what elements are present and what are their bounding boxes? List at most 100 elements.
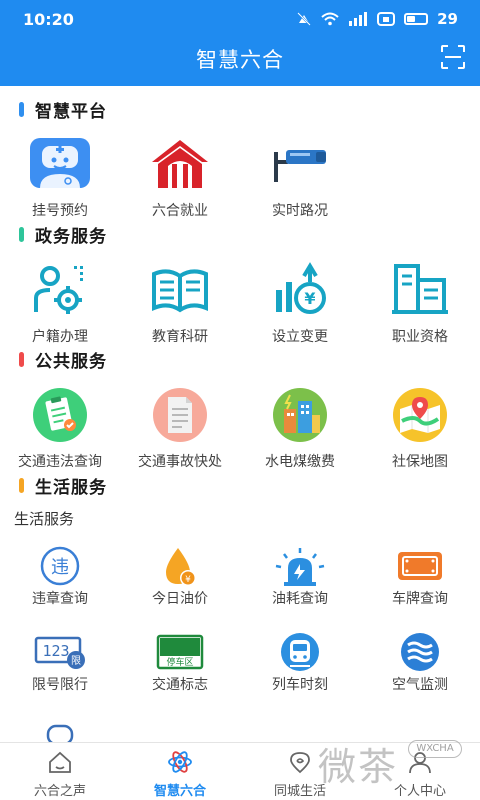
nav-label: 同城生活 — [273, 784, 326, 799]
nav-tab-profile[interactable]: 个人中心 — [360, 743, 480, 800]
traffic-camera-icon — [268, 136, 332, 200]
nav-label: 智慧六合 — [153, 784, 206, 799]
grid-label: 交通标志 — [152, 677, 208, 693]
person-icon — [409, 752, 431, 774]
page-title: 智慧六合 — [196, 48, 284, 72]
grid-label: 户籍办理 — [32, 329, 88, 345]
wind-icon — [388, 632, 452, 674]
grid-item-train-schedule[interactable]: 列车时刻 — [240, 632, 360, 694]
oil-drop-icon: ¥ — [148, 546, 212, 588]
nav-tab-voice[interactable]: 六合之声 — [0, 743, 120, 800]
violation-glyph: 违 — [51, 557, 69, 578]
grid-item-fuel-consumption[interactable]: 油耗查询 — [240, 546, 360, 608]
grid-label: 六合就业 — [152, 203, 208, 219]
grid-item-utility-payment[interactable]: 水电煤缴费 — [240, 387, 360, 471]
grid-item-violation-query[interactable]: 交通违法查询 — [0, 387, 120, 471]
grid-label: 列车时刻 — [272, 677, 328, 693]
train-icon — [268, 632, 332, 674]
yuan-glyph: ¥ — [185, 575, 191, 585]
section-marker — [19, 351, 24, 367]
partial-icon — [28, 722, 92, 742]
parking-sign-icon: 停车区 — [148, 632, 212, 674]
section-marker — [19, 101, 24, 117]
license-plate-icon — [388, 546, 452, 588]
siren-icon — [268, 546, 332, 588]
grid-label: 违章查询 — [32, 591, 88, 607]
section-title-government: 政务服务 — [35, 226, 107, 247]
nav-tab-smart[interactable]: 智慧六合 — [120, 743, 240, 800]
nav-tab-local-life[interactable]: 同城生活 — [240, 743, 360, 800]
plate-number: 123 — [42, 642, 69, 660]
grid-label: 职业资格 — [392, 329, 448, 345]
section-marker — [19, 226, 24, 242]
grid-item-social-security-map[interactable]: 社保地图 — [360, 387, 480, 471]
section-header-life: 生活服务 — [19, 473, 107, 498]
grid-label: 交通违法查询 — [18, 454, 102, 470]
status-bar: 10:20 29 — [0, 0, 480, 38]
grid-item-restriction[interactable]: 123 限 限号限行 — [0, 632, 120, 694]
grid-item-education[interactable]: 教育科研 — [120, 262, 240, 346]
yuan-growth-icon: ¥ — [268, 262, 332, 326]
hd-icon — [377, 12, 396, 26]
nav-label: 六合之声 — [33, 784, 86, 799]
parking-text: 停车区 — [166, 656, 193, 668]
violation-icon: 违 — [28, 546, 92, 588]
grid-item-plate-query[interactable]: 车牌查询 — [360, 546, 480, 608]
grid-label: 车牌查询 — [392, 591, 448, 607]
grid-label: 设立变更 — [272, 329, 328, 345]
wifi-icon — [321, 12, 339, 26]
grid-item-violation[interactable]: 违 违章查询 — [0, 546, 120, 608]
city-power-icon — [268, 387, 332, 451]
section-header-government: 政务服务 — [19, 222, 107, 247]
section-title-life: 生活服务 — [35, 477, 107, 498]
grid-label: 今日油价 — [152, 591, 208, 607]
grid-item-partial[interactable] — [0, 722, 120, 742]
grid-item-traffic[interactable]: 实时路况 — [240, 136, 360, 220]
section-title-public: 公共服务 — [35, 351, 107, 372]
grid-label: 社保地图 — [392, 454, 448, 470]
yuan-glyph: ¥ — [304, 289, 315, 308]
grid-label: 油耗查询 — [272, 591, 328, 607]
restriction-plate-icon: 123 限 — [28, 632, 92, 674]
bottom-nav: 六合之声 智慧六合 同城生活 个人中心 — [0, 742, 480, 800]
restriction-badge: 限 — [71, 655, 81, 667]
top-bar: 10:20 29 智慧六合 — [0, 0, 480, 86]
section-header-public: 公共服务 — [19, 347, 107, 372]
grid-label: 交通事故快处 — [138, 454, 222, 470]
status-icons: 29 — [296, 10, 458, 28]
signal-icon — [349, 12, 368, 26]
atom-icon — [168, 751, 192, 773]
grid-item-accident[interactable]: 交通事故快处 — [120, 387, 240, 471]
document-icon — [148, 387, 212, 451]
section-header-platform: 智慧平台 — [19, 97, 107, 122]
grid-item-oil-price[interactable]: ¥ 今日油价 — [120, 546, 240, 608]
grid-item-air-monitor[interactable]: 空气监测 — [360, 632, 480, 694]
user-gear-icon — [28, 262, 92, 326]
grid-item-registration[interactable]: ¥ 设立变更 — [240, 262, 360, 346]
grid-item-appointment[interactable]: 挂号预约 — [0, 136, 120, 220]
grid-label: 实时路况 — [272, 203, 328, 219]
battery-icon — [404, 13, 429, 25]
status-time: 10:20 — [23, 10, 74, 29]
scan-icon[interactable] — [440, 44, 466, 70]
section-marker — [19, 477, 24, 493]
clipboard-check-icon — [28, 387, 92, 451]
home-icon — [49, 751, 71, 773]
doctor-icon — [28, 136, 92, 200]
grid-item-traffic-sign[interactable]: 停车区 交通标志 — [120, 632, 240, 694]
section-title-platform: 智慧平台 — [35, 101, 107, 122]
mute-icon — [297, 12, 311, 26]
grid-item-employment[interactable]: 六合就业 — [120, 136, 240, 220]
building-doc-icon — [388, 262, 452, 326]
grid-item-qualification[interactable]: 职业资格 — [360, 262, 480, 346]
grid-item-household[interactable]: 户籍办理 — [0, 262, 120, 346]
grid-label: 挂号预约 — [32, 203, 88, 219]
grid-label: 水电煤缴费 — [265, 454, 335, 470]
section-subtitle-life: 生活服务 — [14, 510, 75, 528]
battery-level: 29 — [437, 10, 458, 28]
open-book-icon — [148, 262, 212, 326]
map-pin-icon — [388, 387, 452, 451]
location-icon — [290, 752, 310, 774]
grid-label: 教育科研 — [152, 329, 208, 345]
grid-label: 空气监测 — [392, 677, 448, 693]
